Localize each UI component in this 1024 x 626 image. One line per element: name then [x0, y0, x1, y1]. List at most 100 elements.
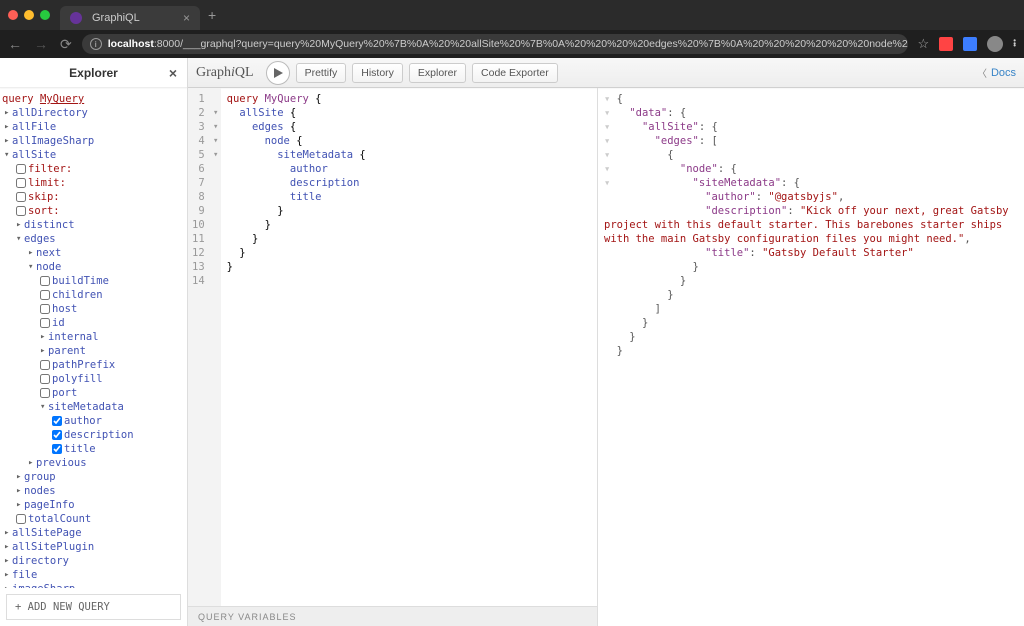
- field-checkbox[interactable]: [40, 290, 50, 300]
- field-group[interactable]: group: [24, 471, 56, 483]
- caret-right-icon[interactable]: ▸: [4, 108, 12, 118]
- arg-checkbox[interactable]: [16, 206, 26, 216]
- arg-sort[interactable]: sort:: [28, 205, 60, 217]
- caret-down-icon[interactable]: ▾: [40, 402, 48, 412]
- docs-button[interactable]: 〈Docs: [977, 65, 1016, 80]
- arg-skip[interactable]: skip:: [28, 191, 60, 203]
- field-checkbox[interactable]: [40, 304, 50, 314]
- profile-avatar-icon[interactable]: [987, 36, 1003, 52]
- caret-right-icon[interactable]: ▸: [16, 220, 24, 230]
- caret-right-icon[interactable]: ▸: [40, 332, 48, 342]
- caret-right-icon[interactable]: ▸: [4, 122, 12, 132]
- caret-right-icon[interactable]: ▸: [28, 458, 36, 468]
- field-buildTime[interactable]: buildTime: [52, 275, 109, 287]
- field-pageInfo[interactable]: pageInfo: [24, 499, 75, 511]
- add-new-query-button[interactable]: + ADD NEW QUERY: [6, 594, 181, 620]
- tab-close-icon[interactable]: ×: [183, 11, 190, 25]
- field-allFile[interactable]: allFile: [12, 121, 56, 133]
- field-edges[interactable]: edges: [24, 233, 56, 245]
- new-tab-button[interactable]: +: [208, 7, 216, 23]
- extension-icon[interactable]: [939, 37, 953, 51]
- field-distinct[interactable]: distinct: [24, 219, 75, 231]
- back-icon[interactable]: ←: [8, 36, 22, 53]
- field-file[interactable]: file: [12, 569, 37, 581]
- field-internal[interactable]: internal: [48, 331, 99, 343]
- site-info-icon[interactable]: i: [90, 38, 102, 50]
- execute-button[interactable]: [266, 61, 290, 85]
- explorer-button[interactable]: Explorer: [409, 63, 466, 83]
- reload-icon[interactable]: ⟳: [60, 36, 72, 53]
- code-exporter-button[interactable]: Code Exporter: [472, 63, 558, 83]
- browser-menu-icon[interactable]: •••: [1013, 40, 1016, 47]
- caret-right-icon[interactable]: ▸: [16, 472, 24, 482]
- field-checkbox[interactable]: [16, 514, 26, 524]
- field-checkbox[interactable]: [40, 276, 50, 286]
- field-host[interactable]: host: [52, 303, 77, 315]
- field-allImageSharp[interactable]: allImageSharp: [12, 135, 94, 147]
- field-pathPrefix[interactable]: pathPrefix: [52, 359, 115, 371]
- caret-right-icon[interactable]: ▸: [4, 136, 12, 146]
- field-parent[interactable]: parent: [48, 345, 86, 357]
- query-variables-bar[interactable]: Query Variables: [188, 606, 597, 626]
- field-checkbox[interactable]: [40, 374, 50, 384]
- caret-right-icon[interactable]: ▸: [16, 486, 24, 496]
- caret-down-icon[interactable]: ▾: [4, 150, 12, 160]
- field-description[interactable]: description: [64, 429, 134, 441]
- field-directory[interactable]: directory: [12, 555, 69, 567]
- field-allSitePlugin[interactable]: allSitePlugin: [12, 541, 94, 553]
- forward-icon[interactable]: →: [34, 36, 48, 53]
- caret-down-icon[interactable]: ▾: [16, 234, 24, 244]
- explorer-close-icon[interactable]: ×: [169, 65, 177, 81]
- field-checkbox[interactable]: [40, 318, 50, 328]
- field-imageSharp[interactable]: imageSharp: [12, 583, 75, 588]
- arg-checkbox[interactable]: [16, 164, 26, 174]
- field-id[interactable]: id: [52, 317, 65, 329]
- arg-checkbox[interactable]: [16, 178, 26, 188]
- field-nodes[interactable]: nodes: [24, 485, 56, 497]
- field-checkbox[interactable]: [40, 360, 50, 370]
- prettify-button[interactable]: Prettify: [296, 63, 347, 83]
- caret-down-icon[interactable]: ▾: [28, 262, 36, 272]
- field-allSitePage[interactable]: allSitePage: [12, 527, 82, 539]
- field-allDirectory[interactable]: allDirectory: [12, 107, 88, 119]
- fold-gutter[interactable]: ▾▾▾▾: [211, 88, 221, 606]
- field-checkbox[interactable]: [52, 444, 62, 454]
- caret-right-icon[interactable]: ▸: [4, 542, 12, 552]
- caret-right-icon[interactable]: ▸: [28, 248, 36, 258]
- field-polyfill[interactable]: polyfill: [52, 373, 103, 385]
- caret-right-icon[interactable]: ▸: [4, 528, 12, 538]
- arg-checkbox[interactable]: [16, 192, 26, 202]
- field-checkbox[interactable]: [52, 416, 62, 426]
- field-author[interactable]: author: [64, 415, 102, 427]
- field-allSite[interactable]: allSite: [12, 149, 56, 161]
- field-next[interactable]: next: [36, 247, 61, 259]
- bookmark-icon[interactable]: ☆: [918, 36, 930, 52]
- window-minimize-icon[interactable]: [24, 10, 34, 20]
- caret-right-icon[interactable]: ▸: [4, 556, 12, 566]
- result-json[interactable]: ▾ { ▾ "data": { ▾ "allSite": { ▾ "edges"…: [598, 88, 1024, 362]
- caret-right-icon[interactable]: ▸: [4, 584, 12, 588]
- field-siteMetadata[interactable]: siteMetadata: [48, 401, 124, 413]
- arg-limit[interactable]: limit:: [28, 177, 66, 189]
- field-checkbox[interactable]: [40, 388, 50, 398]
- arg-filter[interactable]: filter:: [28, 163, 72, 175]
- field-totalCount[interactable]: totalCount: [28, 513, 91, 525]
- query-editor[interactable]: 1234567891011121314 ▾▾▾▾ query MyQuery {…: [188, 88, 597, 606]
- url-input[interactable]: i localhost:8000/___graphql?query=query%…: [82, 34, 908, 54]
- field-children[interactable]: children: [52, 289, 103, 301]
- window-close-icon[interactable]: [8, 10, 18, 20]
- field-port[interactable]: port: [52, 387, 77, 399]
- extension-icon[interactable]: [963, 37, 977, 51]
- field-checkbox[interactable]: [52, 430, 62, 440]
- caret-right-icon[interactable]: ▸: [40, 346, 48, 356]
- caret-right-icon[interactable]: ▸: [4, 570, 12, 580]
- caret-right-icon[interactable]: ▸: [16, 500, 24, 510]
- window-zoom-icon[interactable]: [40, 10, 50, 20]
- query-name[interactable]: MyQuery: [40, 93, 84, 105]
- field-node[interactable]: node: [36, 261, 61, 273]
- code-lines[interactable]: query MyQuery { allSite { edges { node {…: [221, 88, 372, 606]
- browser-tab[interactable]: GraphiQL ×: [60, 6, 200, 30]
- history-button[interactable]: History: [352, 63, 403, 83]
- field-previous[interactable]: previous: [36, 457, 87, 469]
- field-title[interactable]: title: [64, 443, 96, 455]
